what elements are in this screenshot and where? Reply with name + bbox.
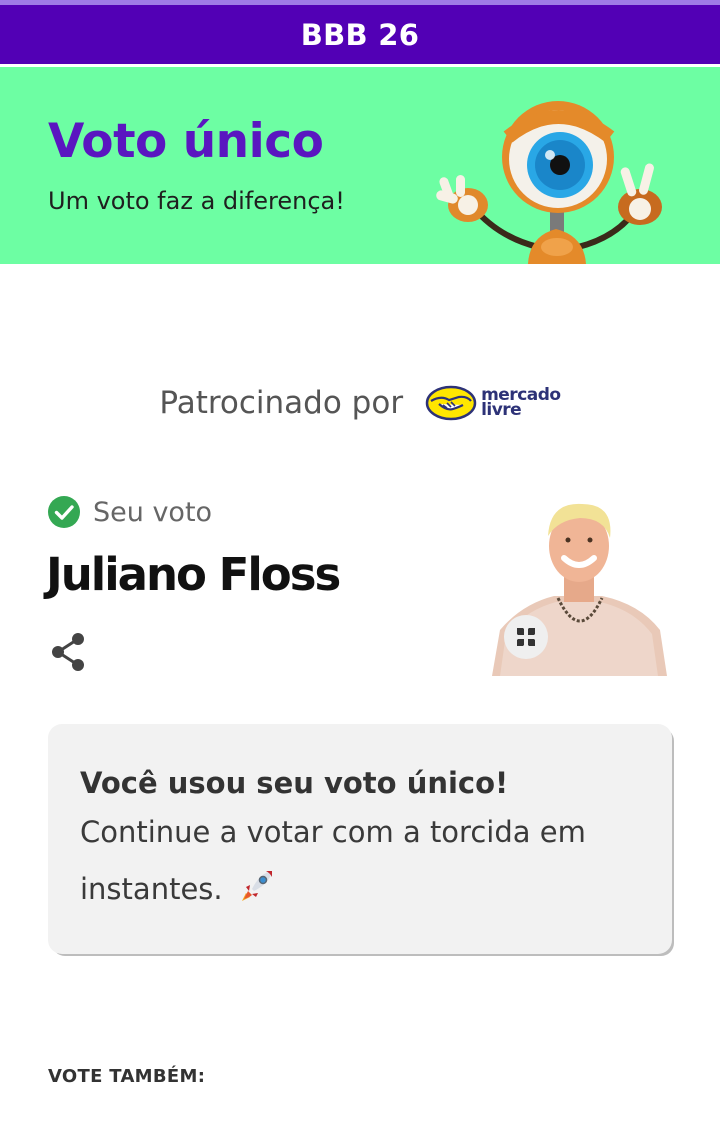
card-body: Continue a votar com a torcida em instan… xyxy=(80,804,640,918)
card-title: Você usou seu voto único! xyxy=(80,766,509,800)
expand-photo-button[interactable] xyxy=(504,615,548,659)
card-body-text: Continue a votar com a torcida em instan… xyxy=(80,815,586,906)
candidate-name: Juliano Floss xyxy=(46,548,341,601)
top-bar: BBB 26 xyxy=(0,5,720,64)
expand-icon xyxy=(517,628,535,646)
sponsor-row: Patrocinado por mercado livre xyxy=(0,375,720,431)
big-brother-eye-mascot-icon xyxy=(436,101,662,264)
app-title: BBB 26 xyxy=(300,17,420,52)
vote-status-label: Seu voto xyxy=(93,496,213,528)
check-circle-icon xyxy=(48,496,80,528)
hero-subtitle: Um voto faz a diferença! xyxy=(48,187,345,215)
mercado-livre-logo: mercado livre xyxy=(425,385,561,421)
handshake-logo-icon xyxy=(425,385,477,421)
rocket-icon xyxy=(241,871,272,901)
sponsor-label: Patrocinado por xyxy=(159,385,404,421)
logo-word-livre: livre xyxy=(481,400,522,420)
hero-banner: Voto único Um voto faz a diferença! xyxy=(0,64,720,264)
vote-used-card: Você usou seu voto único! Continue a vot… xyxy=(48,724,672,954)
share-icon[interactable] xyxy=(50,632,86,672)
vote-also-heading: VOTE TAMBÉM: xyxy=(48,1066,206,1087)
vote-status: Seu voto xyxy=(48,494,212,530)
hero-title: Voto único xyxy=(48,114,324,169)
